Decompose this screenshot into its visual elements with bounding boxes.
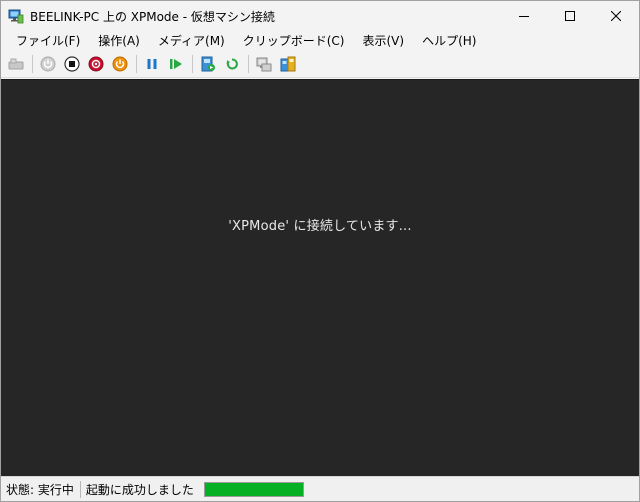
progress-bar — [203, 481, 304, 497]
shutdown-button[interactable] — [85, 53, 107, 75]
menu-help[interactable]: ヘルプ(H) — [413, 31, 485, 51]
close-button[interactable] — [593, 1, 639, 31]
vm-connection-app-icon — [8, 9, 24, 24]
menu-view[interactable]: 表示(V) — [354, 31, 414, 51]
maximize-button[interactable] — [547, 1, 593, 31]
enhanced-session-icon — [256, 57, 272, 72]
minimize-icon — [519, 16, 529, 17]
revert-icon — [226, 58, 238, 70]
menu-clipboard[interactable]: クリップボード(C) — [234, 31, 354, 51]
power-button[interactable] — [109, 53, 131, 75]
revert-button[interactable] — [221, 53, 243, 75]
power-icon — [112, 56, 128, 72]
shutdown-icon — [88, 56, 104, 72]
vm-state: 状態: 実行中 — [6, 482, 74, 497]
title-bar[interactable]: BEELINK-PC 上の XPMode - 仮想マシン接続 — [1, 1, 639, 31]
checkpoint-icon — [201, 56, 215, 72]
status-bar: 状態: 実行中 起動に成功しました — [1, 476, 639, 501]
turn-off-icon — [64, 56, 80, 72]
pause-button[interactable] — [141, 53, 163, 75]
resume-button[interactable] — [165, 53, 187, 75]
toolbar — [1, 51, 639, 78]
connecting-message: 'XPMode' に接続しています... — [228, 219, 412, 234]
share-icon — [280, 56, 296, 72]
toolbar-separator — [248, 55, 249, 73]
vm-screen[interactable]: 'XPMode' に接続しています... — [1, 79, 639, 477]
toolbar-separator — [136, 55, 137, 73]
pause-icon — [147, 59, 157, 69]
resume-icon — [170, 59, 182, 69]
turn-off-button[interactable] — [61, 53, 83, 75]
minimize-button[interactable] — [501, 1, 547, 31]
window-title: BEELINK-PC 上の XPMode - 仮想マシン接続 — [30, 9, 275, 24]
start-icon — [40, 56, 56, 72]
status-message: 起動に成功しました — [85, 482, 194, 497]
menu-bar: ファイル(F) 操作(A) メディア(M) クリップボード(C) 表示(V) ヘ… — [1, 31, 639, 51]
toolbar-separator — [32, 55, 33, 73]
close-icon — [611, 11, 621, 21]
menu-action[interactable]: 操作(A) — [89, 31, 149, 51]
menu-media[interactable]: メディア(M) — [149, 31, 234, 51]
progress-fill — [204, 482, 303, 496]
menu-file[interactable]: ファイル(F) — [7, 31, 89, 51]
toolbar-separator — [192, 55, 193, 73]
start-button[interactable] — [37, 53, 59, 75]
share-button[interactable] — [277, 53, 299, 75]
vm-connection-window: BEELINK-PC 上の XPMode - 仮想マシン接続 ファイル(F) 操… — [0, 0, 640, 502]
enhanced-session-button[interactable] — [253, 53, 275, 75]
maximize-icon — [565, 11, 575, 21]
ctrl-alt-del-icon — [8, 58, 24, 70]
ctrl-alt-del-button[interactable] — [5, 53, 27, 75]
checkpoint-button[interactable] — [197, 53, 219, 75]
